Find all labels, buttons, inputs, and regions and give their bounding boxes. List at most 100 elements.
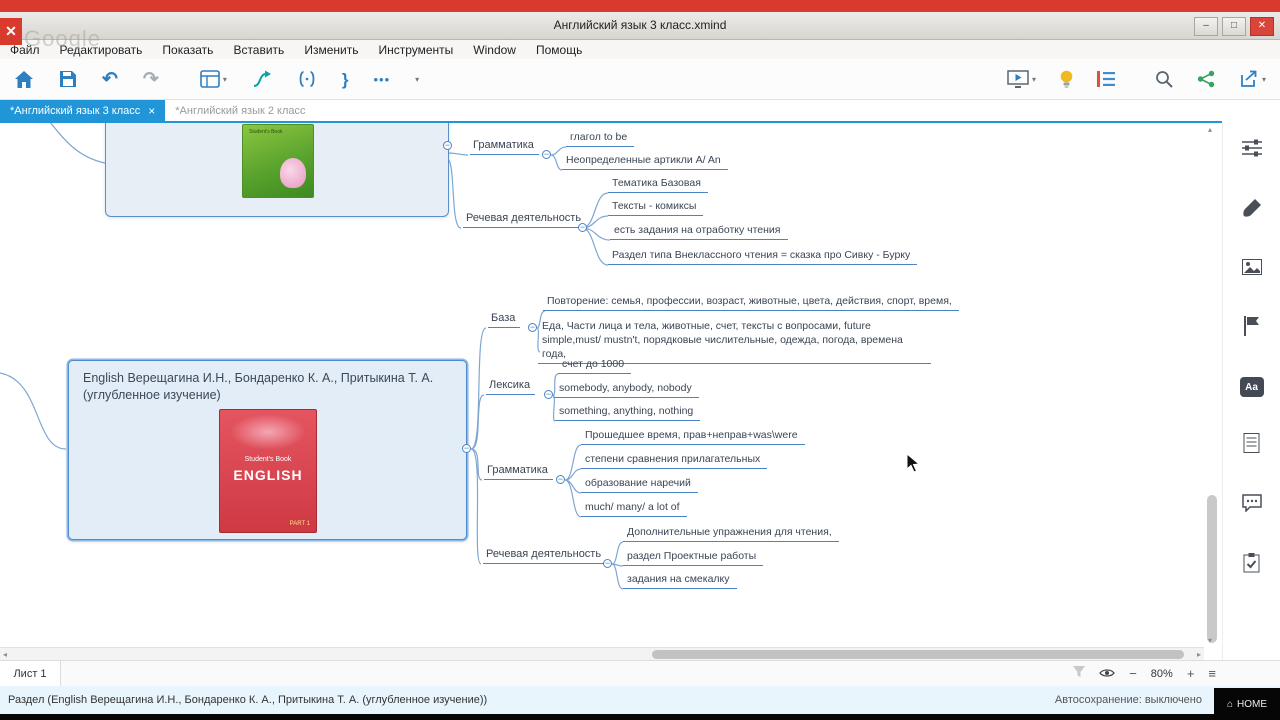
collapse-toggle[interactable]: − [542,150,551,159]
tasks-panel-icon[interactable] [1243,553,1260,578]
sheet-bar: Лист 1 − 80% + ≡ [0,660,1280,686]
tab-english-3[interactable]: *Английский язык 3 класс × [0,100,166,121]
tab-english-2[interactable]: *Английский язык 2 класс [165,100,315,121]
presentation-button[interactable]: ▾ [1007,69,1036,89]
more-tools-button[interactable]: ••• [373,73,390,86]
topic[interactable]: Прошедшее время, прав+неправ+was\were [581,428,805,445]
app-red-strip [0,0,1280,12]
topic[interactable]: счет до 1000 [558,357,632,374]
minimize-button[interactable]: – [1194,17,1218,36]
topic[interactable]: Тематика Базовая [608,176,708,193]
horizontal-scrollbar[interactable]: ◂ ▸ [0,647,1204,660]
topic[interactable]: somebody, anybody, nobody [555,381,699,398]
mindmap-canvas[interactable]: Student's Book − Грамматика − глагол to … [0,123,1222,660]
sheet-button[interactable]: ▾ [200,70,227,88]
notes-button[interactable] [1096,71,1115,87]
menu-view[interactable]: Показать [162,43,213,57]
topic-label[interactable]: Речевая деятельность [483,547,607,564]
menu-help[interactable]: Помощь [536,43,582,57]
topic-label[interactable]: Грамматика [484,463,553,480]
collapse-toggle[interactable]: − [556,475,565,484]
menu-edit[interactable]: Редактировать [60,43,143,57]
title-bar: Английский язык 3 класс.xmind – □ ✕ [0,12,1280,40]
scroll-down-icon[interactable]: ▾ [1208,636,1212,645]
topic[interactable]: степени сравнения прилагательных [581,452,768,469]
collapse-toggle[interactable]: − [578,223,587,232]
comments-panel-icon[interactable] [1241,494,1262,517]
topic[interactable]: Раздел типа Внеклассного чтения = сказка… [608,248,918,265]
topic-english-2-class[interactable]: Student's Book [105,123,449,217]
scroll-up-icon[interactable]: ▴ [1208,125,1212,134]
chevron-down-icon[interactable]: ▾ [223,75,227,84]
menu-tools[interactable]: Инструменты [378,43,453,57]
vertical-scrollbar[interactable]: ▴ ▾ [1204,123,1220,647]
book-cover-image: Student's Book ENGLISH PART 1 [219,409,317,533]
xmind-logo: ✕ [0,18,22,45]
topic[interactable]: Дополнительные упражнения для чтения, [623,525,839,542]
topic[interactable]: much/ many/ a lot of [581,500,687,517]
font-panel-icon[interactable]: Aa [1239,377,1264,397]
scroll-right-icon[interactable]: ▸ [1197,649,1201,660]
topic[interactable]: образование наречий [581,476,698,493]
topic[interactable]: Тексты - комиксы [608,199,704,216]
image-panel-icon[interactable] [1241,259,1262,280]
collapse-toggle[interactable]: − [603,559,612,568]
main-topic[interactable]: English Верещагина И.Н., Бондаренко К. А… [68,360,467,540]
zoom-in-button[interactable]: + [1187,667,1195,680]
horizontal-scrollbar-thumb[interactable] [652,650,1184,659]
close-icon[interactable]: × [148,105,155,117]
menu-modify[interactable]: Изменить [304,43,358,57]
filter-icon[interactable] [1073,665,1086,683]
search-button[interactable] [1155,70,1173,88]
topic[interactable]: Неопределенные артикли A/ An [562,153,728,170]
home-label: HOME [1237,698,1268,710]
collapse-toggle[interactable]: − [443,141,452,150]
topic-label[interactable]: Речевая деятельность [463,211,587,228]
chevron-down-icon[interactable]: ▾ [1032,75,1036,84]
topic[interactable]: задания на смекалку [623,572,737,589]
undo-button[interactable]: ↶ [102,70,118,89]
outline-panel-icon[interactable] [1243,433,1260,458]
status-selection: Раздел (English Верещагина И.Н., Бондаре… [8,694,488,706]
sheet-tab[interactable]: Лист 1 [0,661,61,686]
topic-label[interactable]: Лексика [486,378,536,395]
close-button[interactable]: ✕ [1250,17,1274,36]
collapse-toggle[interactable]: − [528,323,537,332]
topic[interactable]: глагол to be [566,130,635,147]
visibility-eye-icon[interactable] [1099,665,1116,683]
boundary-button[interactable] [297,70,317,88]
topic[interactable]: something, anything, nothing [555,404,701,421]
mouse-cursor [906,453,920,473]
share-button[interactable] [1197,70,1215,88]
save-button[interactable] [59,70,77,88]
lightbulb-button[interactable] [1060,70,1073,89]
topic[interactable]: есть задания на отработку чтения [610,223,788,240]
topic[interactable]: Повторение: семья, профессии, возраст, ж… [543,294,959,311]
zoom-level[interactable]: 80% [1151,668,1173,680]
vertical-scrollbar-thumb[interactable] [1207,495,1217,643]
topic-label[interactable]: База [488,311,521,328]
export-button[interactable]: ▾ [1239,70,1266,88]
summary-button[interactable]: } [342,71,349,88]
maximize-button[interactable]: □ [1222,17,1246,36]
bottom-strip [0,714,1280,720]
menu-window[interactable]: Window [473,43,516,57]
collapse-toggle[interactable]: − [544,390,553,399]
scroll-left-icon[interactable]: ◂ [3,649,7,660]
home-button[interactable] [14,70,34,89]
topic-label[interactable]: Грамматика [470,138,539,155]
marker-panel-icon[interactable] [1243,316,1261,341]
chevron-down-icon[interactable]: ▾ [1262,75,1266,84]
relationship-button[interactable] [252,70,272,89]
topic[interactable]: раздел Проектные работы [623,549,764,566]
menu-bar: Файл Редактировать Показать Вставить Изм… [0,40,1280,59]
redo-button[interactable]: ↷ [143,70,159,89]
menu-insert[interactable]: Вставить [233,43,284,57]
home-indicator: ⌂ HOME [1214,688,1280,720]
collapse-toggle[interactable]: − [462,444,471,453]
style-panel-icon[interactable] [1241,139,1262,162]
format-brush-icon[interactable] [1242,198,1262,223]
sheet-menu-button[interactable]: ≡ [1208,667,1216,680]
tools-dropdown-icon[interactable]: ▾ [415,75,419,84]
zoom-out-button[interactable]: − [1129,667,1137,680]
